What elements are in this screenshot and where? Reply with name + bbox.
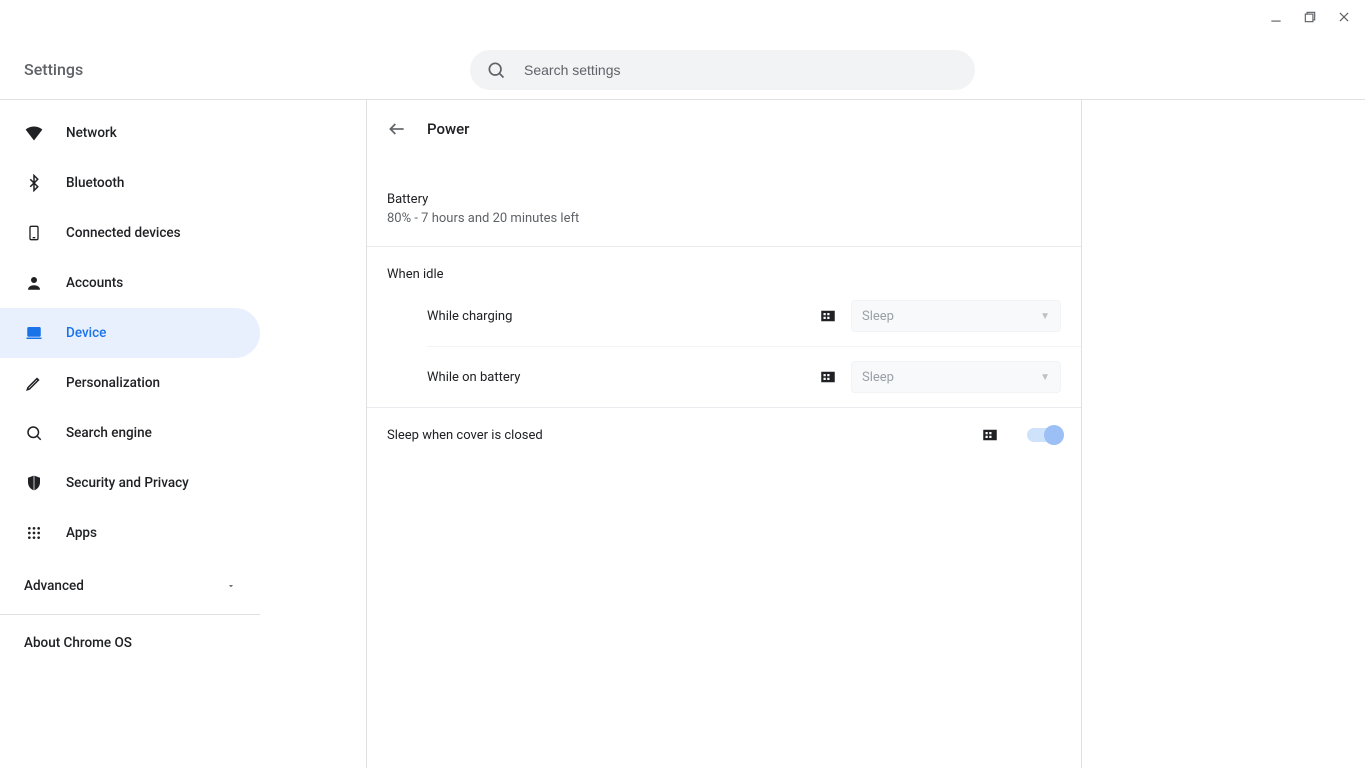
content-card: Power Battery 80% - 7 hours and 20 minut… xyxy=(366,100,1082,768)
sidebar-item-apps[interactable]: Apps xyxy=(0,508,260,558)
select-value: Sleep xyxy=(862,309,894,324)
battery-label: Battery xyxy=(387,192,1061,207)
dropdown-arrow-icon: ▼ xyxy=(1040,311,1050,322)
search-input[interactable] xyxy=(522,61,959,79)
while-charging-select[interactable]: Sleep ▼ xyxy=(851,300,1061,332)
while-on-battery-label: While on battery xyxy=(427,370,520,385)
dropdown-arrow-icon: ▼ xyxy=(1040,372,1050,383)
sidebar-item-label: Bluetooth xyxy=(66,175,124,191)
page-title: Power xyxy=(427,120,469,138)
sidebar-item-label: Network xyxy=(66,125,117,141)
page-header: Power xyxy=(367,100,1081,158)
when-idle-section: When idle While charging Sleep ▼ While o… xyxy=(367,247,1081,407)
sidebar-item-personalization[interactable]: Personalization xyxy=(0,358,260,408)
search-engine-icon xyxy=(24,423,44,443)
battery-section: Battery 80% - 7 hours and 20 minutes lef… xyxy=(367,158,1081,247)
back-button[interactable] xyxy=(387,119,407,139)
sleep-cover-toggle[interactable] xyxy=(1027,428,1061,442)
bluetooth-icon xyxy=(24,173,44,193)
while-on-battery-select[interactable]: Sleep ▼ xyxy=(851,361,1061,393)
sidebar-item-device[interactable]: Device xyxy=(0,308,260,358)
row-while-on-battery: While on battery Sleep ▼ xyxy=(427,346,1081,407)
select-value: Sleep xyxy=(862,370,894,385)
sidebar-item-connected-devices[interactable]: Connected devices xyxy=(0,208,260,258)
sidebar-item-label: Search engine xyxy=(66,425,152,441)
while-charging-label: While charging xyxy=(427,309,512,324)
sidebar-item-bluetooth[interactable]: Bluetooth xyxy=(0,158,260,208)
advanced-label: Advanced xyxy=(24,578,84,594)
when-idle-title: When idle xyxy=(367,247,1081,286)
sidebar-item-security[interactable]: Security and Privacy xyxy=(0,458,260,508)
row-while-charging: While charging Sleep ▼ xyxy=(367,286,1081,346)
sidebar-item-search-engine[interactable]: Search engine xyxy=(0,408,260,458)
sidebar-item-accounts[interactable]: Accounts xyxy=(0,258,260,308)
laptop-icon xyxy=(24,323,44,343)
sidebar-advanced[interactable]: Advanced xyxy=(0,558,260,614)
sidebar-item-label: Personalization xyxy=(66,375,160,391)
phone-icon xyxy=(24,223,44,243)
about-label: About Chrome OS xyxy=(24,635,132,651)
policy-icon xyxy=(981,426,999,444)
pencil-icon xyxy=(24,373,44,393)
battery-status: 80% - 7 hours and 20 minutes left xyxy=(387,211,1061,226)
shield-icon xyxy=(24,473,44,493)
search-bar[interactable] xyxy=(470,50,975,90)
main-column: Power Battery 80% - 7 hours and 20 minut… xyxy=(260,100,1365,768)
chevron-down-icon xyxy=(226,581,236,591)
search-icon xyxy=(486,60,506,80)
policy-icon xyxy=(819,368,837,386)
sidebar-item-network[interactable]: Network xyxy=(0,108,260,158)
policy-icon xyxy=(819,307,837,325)
app-title: Settings xyxy=(24,60,83,79)
sidebar-item-label: Apps xyxy=(66,525,97,541)
sleep-cover-label: Sleep when cover is closed xyxy=(387,428,543,443)
sidebar-item-label: Device xyxy=(66,325,106,341)
person-icon xyxy=(24,273,44,293)
topbar: Settings xyxy=(0,0,1365,100)
wifi-icon xyxy=(24,123,44,143)
sidebar-item-label: Connected devices xyxy=(66,225,181,241)
sidebar-item-label: Accounts xyxy=(66,275,123,291)
row-sleep-cover-closed: Sleep when cover is closed xyxy=(367,407,1081,462)
sidebar: Network Bluetooth Connected devices Acco… xyxy=(0,100,260,768)
sidebar-item-label: Security and Privacy xyxy=(66,475,189,491)
sidebar-about[interactable]: About Chrome OS xyxy=(0,615,260,671)
apps-grid-icon xyxy=(24,523,44,543)
